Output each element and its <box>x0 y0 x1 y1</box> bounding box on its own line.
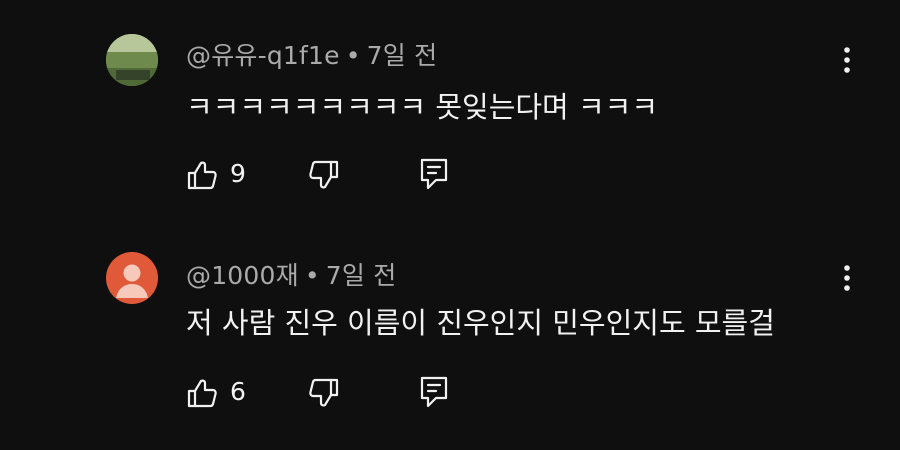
like-button[interactable]: 9 <box>186 155 276 195</box>
meta-separator: • <box>304 261 320 290</box>
comment-actions: 9 <box>186 155 486 195</box>
avatar[interactable] <box>106 252 158 304</box>
like-count: 9 <box>230 159 246 188</box>
like-button[interactable]: 6 <box>186 373 276 413</box>
reply-icon <box>418 375 450 413</box>
thumbs-down-icon <box>308 159 340 195</box>
dislike-button[interactable] <box>308 155 348 195</box>
author-name[interactable]: @1000재 <box>186 261 299 290</box>
comment-text: 저 사람 진우 이름이 진우인지 민우인지도 모를걸 <box>186 306 775 340</box>
thumbs-down-icon <box>308 377 340 413</box>
thumbs-up-icon <box>186 377 218 413</box>
thumbs-up-icon <box>186 159 218 195</box>
comment-meta: @1000재 • 7일 전 <box>186 256 396 292</box>
like-count: 6 <box>230 377 246 406</box>
more-vertical-icon[interactable] <box>836 258 858 298</box>
reply-button[interactable] <box>418 155 458 195</box>
comment-item: @유유-q1f1e • 7일 전 ㅋㅋㅋㅋㅋㅋㅋㅋㅋ 못잊는다며 ㅋㅋㅋ 9 <box>0 0 900 200</box>
comment-text: ㅋㅋㅋㅋㅋㅋㅋㅋㅋ 못잊는다며 ㅋㅋㅋ <box>186 90 658 124</box>
reply-button[interactable] <box>418 373 458 413</box>
comment-item: @1000재 • 7일 전 저 사람 진우 이름이 진우인지 민우인지도 모를걸 6 <box>0 218 900 418</box>
dislike-button[interactable] <box>308 373 348 413</box>
avatar[interactable] <box>106 34 158 86</box>
comment-meta: @유유-q1f1e • 7일 전 <box>186 36 437 72</box>
comment-time[interactable]: 7일 전 <box>326 261 397 290</box>
meta-separator: • <box>345 41 361 70</box>
comment-actions: 6 <box>186 373 486 413</box>
reply-icon <box>418 157 450 195</box>
more-vertical-icon[interactable] <box>836 40 858 80</box>
author-name[interactable]: @유유-q1f1e <box>186 41 340 70</box>
comment-time[interactable]: 7일 전 <box>367 41 438 70</box>
